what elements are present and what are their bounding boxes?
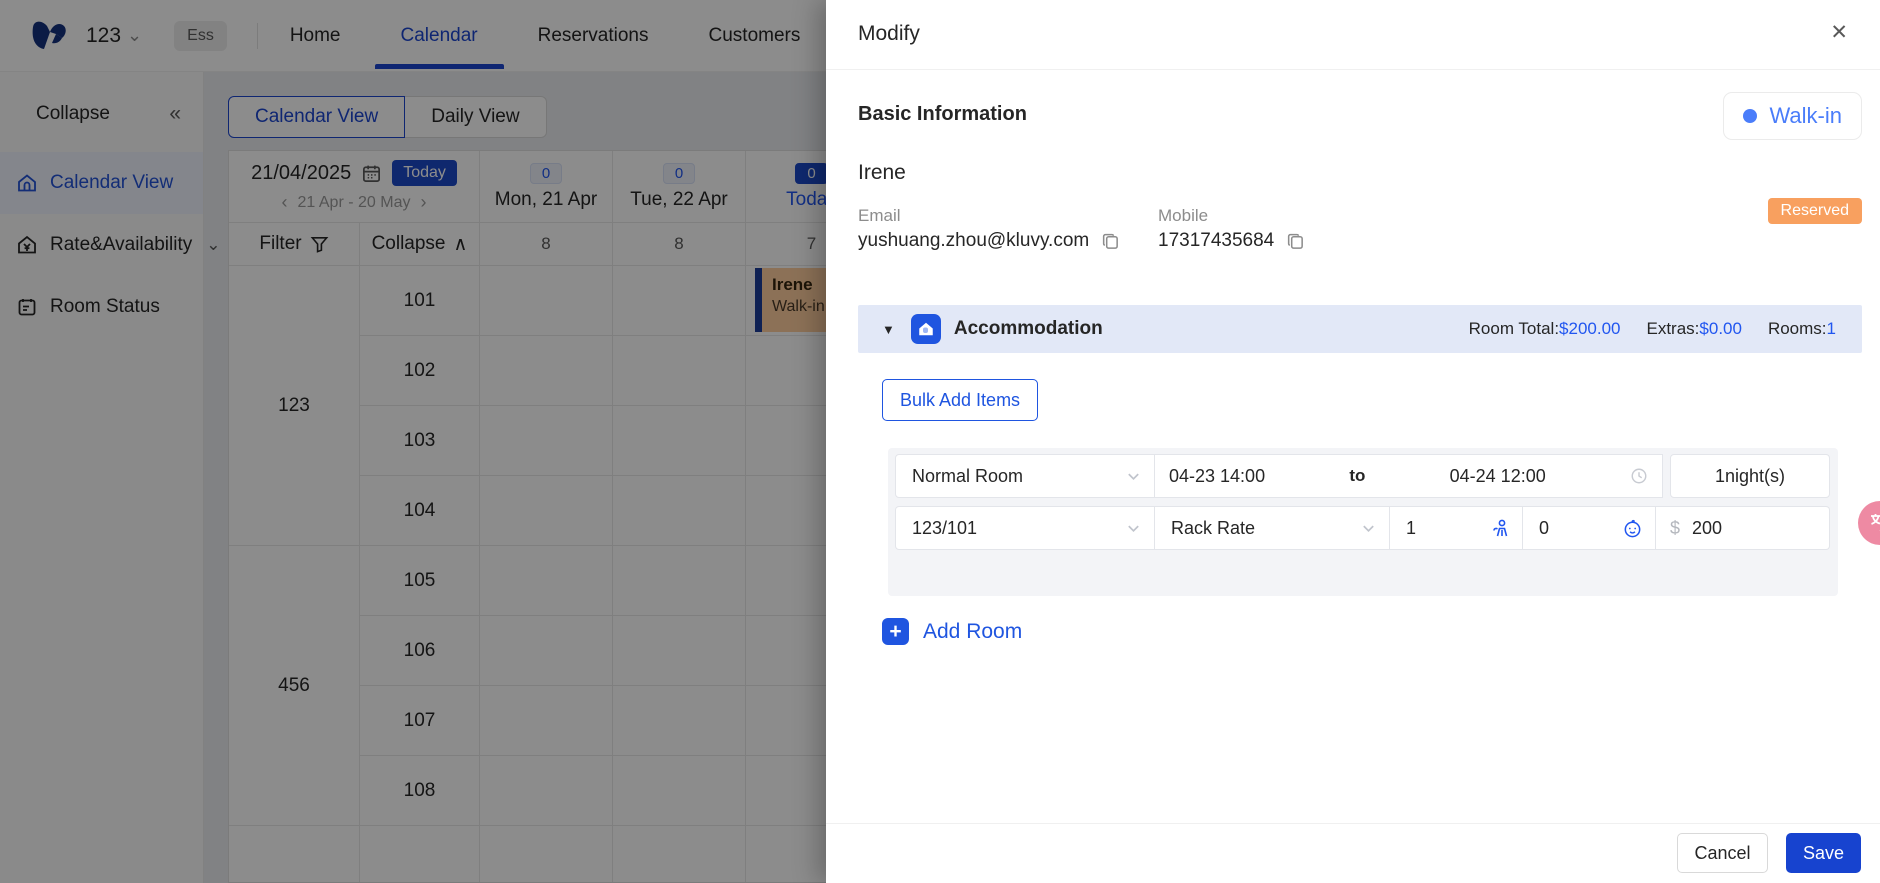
drawer-title: Modify [858,22,920,46]
adults-input[interactable]: 1 [1390,506,1523,550]
drawer-header-divider [826,69,1880,70]
status-badge: Reserved [1768,198,1862,224]
accommodation-house-icon [911,314,941,344]
nights-count: 1night(s) [1670,454,1830,498]
translate-fab[interactable] [1850,493,1880,553]
mobile-row: 17317435684 [1158,230,1305,252]
stay-datetime-range: 04-23 14:00 to 04-24 12:00 [1155,454,1663,498]
mobile-label: Mobile [1158,206,1208,226]
bulk-add-items-button[interactable]: Bulk Add Items [882,379,1038,421]
extras-total: Extras:$0.00 [1647,319,1742,339]
close-icon[interactable]: ✕ [1830,20,1848,45]
add-room-label: Add Room [923,620,1022,644]
accommodation-title: Accommodation [954,318,1103,340]
copy-email-icon[interactable] [1101,232,1120,251]
children-value: 0 [1539,518,1549,539]
clock-icon [1630,467,1648,485]
email-row: yushuang.zhou@kluvy.com [858,230,1120,252]
rate-plan-value: Rack Rate [1171,518,1255,539]
booking-type-selector[interactable]: Walk-in [1723,92,1862,140]
accommodation-totals: Room Total:$200.00 Extras:$0.00 Rooms:1 [1469,319,1836,339]
mobile-value: 17317435684 [1158,230,1274,252]
room-row: 123/101 Rack Rate 1 0 [895,506,1830,550]
rate-plan-select[interactable]: Rack Rate [1155,506,1390,550]
adults-value: 1 [1406,518,1416,539]
save-button[interactable]: Save [1786,833,1861,873]
to-label: to [1349,466,1365,486]
adult-icon [1490,518,1510,538]
email-value: yushuang.zhou@kluvy.com [858,230,1089,252]
child-icon [1622,518,1643,539]
price-value: 200 [1692,518,1722,539]
cancel-button[interactable]: Cancel [1677,833,1768,873]
accommodation-header: ▼ Accommodation Room Total:$200.00 Extra… [858,305,1862,353]
room-total: Room Total:$200.00 [1469,319,1621,339]
price-input[interactable]: $ 200 [1656,506,1830,550]
item-row: Normal Room 04-23 14:00 to 04-24 12:00 1… [895,454,1830,498]
caret-down-icon[interactable]: ▼ [882,322,895,337]
copy-mobile-icon[interactable] [1286,232,1305,251]
chevron-down-icon [1126,521,1141,536]
email-label: Email [858,206,901,226]
basic-information-title: Basic Information [858,103,1027,126]
modify-drawer: Modify ✕ Basic Information Walk-in Irene… [826,0,1880,883]
drawer-footer-divider [826,823,1880,824]
check-out-datetime[interactable]: 04-24 12:00 [1450,466,1546,487]
rooms-count: Rooms:1 [1768,319,1836,339]
add-room-button[interactable]: + Add Room [882,618,1022,645]
walkin-dot-icon [1743,109,1757,123]
booking-type-label: Walk-in [1769,103,1842,129]
check-in-datetime[interactable]: 04-23 14:00 [1169,466,1265,487]
guest-name: Irene [858,161,906,185]
room-type-value: Normal Room [912,466,1023,487]
chevron-down-icon [1361,521,1376,536]
room-number-select[interactable]: 123/101 [895,506,1155,550]
plus-square-icon: + [882,618,909,645]
currency-symbol: $ [1670,518,1680,539]
app-root: 123 ⌄ Ess Home Calendar Reservations Cus… [0,0,1880,883]
chevron-down-icon [1126,469,1141,484]
room-type-select[interactable]: Normal Room [895,454,1155,498]
room-item-card: Normal Room 04-23 14:00 to 04-24 12:00 1… [888,448,1838,596]
children-input[interactable]: 0 [1523,506,1656,550]
room-number-value: 123/101 [912,518,977,539]
